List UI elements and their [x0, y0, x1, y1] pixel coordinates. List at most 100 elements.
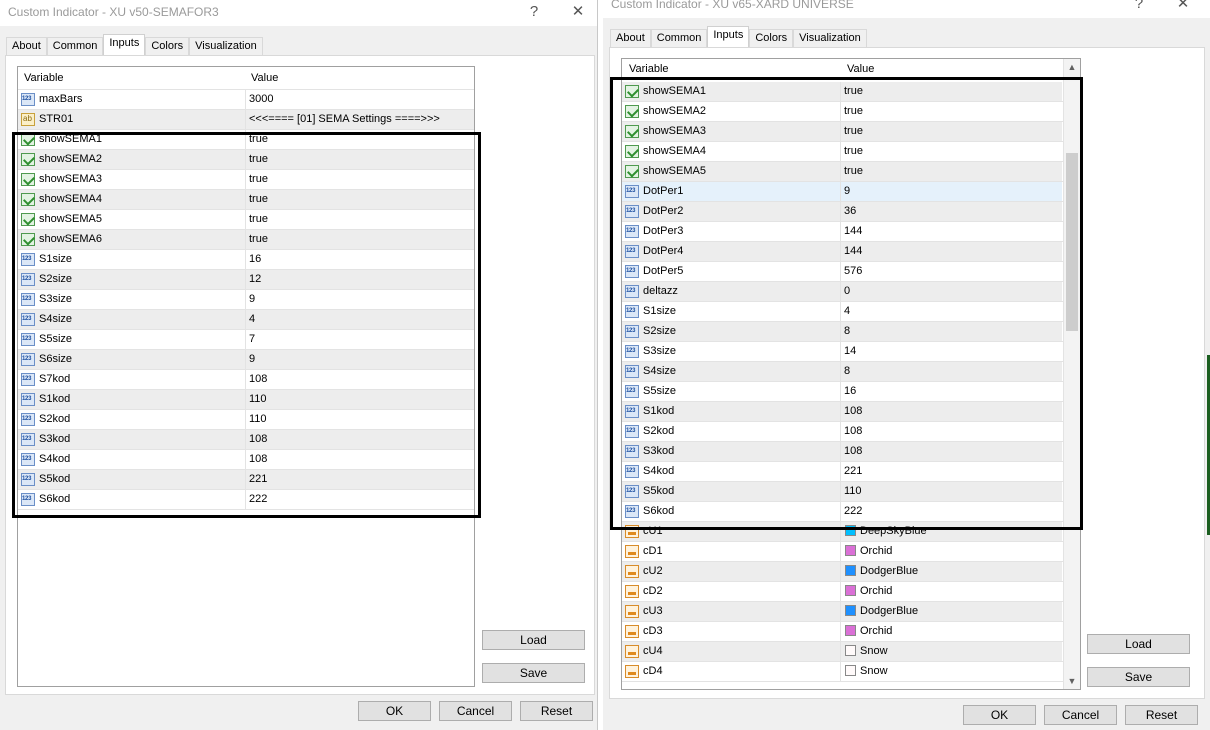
- tab-about[interactable]: About: [610, 29, 651, 47]
- value-cell[interactable]: 576: [840, 262, 1063, 282]
- value-cell[interactable]: DeepSkyBlue: [840, 522, 1063, 542]
- value-cell[interactable]: Orchid: [840, 622, 1063, 642]
- input-row-showsema1[interactable]: showSEMA1 true: [622, 82, 1063, 102]
- input-row-cu4[interactable]: cU4 Snow: [622, 642, 1063, 662]
- close-icon[interactable]: ✕: [567, 3, 589, 21]
- tab-common[interactable]: Common: [650, 29, 708, 47]
- value-cell[interactable]: 110: [245, 390, 474, 410]
- input-row-s2size[interactable]: S2size 8: [622, 322, 1063, 342]
- variable-cell[interactable]: showSEMA6: [18, 230, 245, 250]
- variable-cell[interactable]: DotPer1: [622, 182, 840, 202]
- variable-cell[interactable]: cU1: [622, 522, 840, 542]
- input-row-cu2[interactable]: cU2 DodgerBlue: [622, 562, 1063, 582]
- tab-about[interactable]: About: [6, 37, 47, 55]
- load-button[interactable]: Load: [1087, 634, 1190, 654]
- variable-cell[interactable]: S4size: [622, 362, 840, 382]
- variable-cell[interactable]: S5size: [622, 382, 840, 402]
- reset-button[interactable]: Reset: [1125, 705, 1198, 725]
- variable-cell[interactable]: S3size: [622, 342, 840, 362]
- value-cell[interactable]: 222: [245, 490, 474, 510]
- value-cell[interactable]: Orchid: [840, 582, 1063, 602]
- variable-cell[interactable]: showSEMA2: [622, 102, 840, 122]
- value-cell[interactable]: true: [840, 102, 1063, 122]
- variable-cell[interactable]: showSEMA2: [18, 150, 245, 170]
- scroll-down-icon[interactable]: ▼: [1064, 673, 1080, 689]
- column-header-variable[interactable]: Variable: [24, 72, 64, 84]
- value-cell[interactable]: 108: [245, 430, 474, 450]
- vertical-scrollbar[interactable]: ▲ ▼: [1063, 59, 1080, 689]
- variable-cell[interactable]: S5kod: [622, 482, 840, 502]
- input-row-s1size[interactable]: S1size 16: [18, 250, 474, 270]
- save-button[interactable]: Save: [482, 663, 585, 683]
- input-row-dotper3[interactable]: DotPer3 144: [622, 222, 1063, 242]
- value-cell[interactable]: 14: [840, 342, 1063, 362]
- input-row-s4kod[interactable]: S4kod 221: [622, 462, 1063, 482]
- value-cell[interactable]: 144: [840, 222, 1063, 242]
- input-row-showsema5[interactable]: showSEMA5 true: [18, 210, 474, 230]
- input-row-showsema1[interactable]: showSEMA1 true: [18, 130, 474, 150]
- value-cell[interactable]: true: [840, 122, 1063, 142]
- input-row-s2size[interactable]: S2size 12: [18, 270, 474, 290]
- variable-cell[interactable]: deltazz: [622, 282, 840, 302]
- variable-cell[interactable]: DotPer4: [622, 242, 840, 262]
- value-cell[interactable]: 8: [840, 322, 1063, 342]
- value-cell[interactable]: 108: [245, 370, 474, 390]
- input-row-showsema4[interactable]: showSEMA4 true: [622, 142, 1063, 162]
- input-row-cd2[interactable]: cD2 Orchid: [622, 582, 1063, 602]
- variable-cell[interactable]: showSEMA4: [622, 142, 840, 162]
- value-cell[interactable]: true: [245, 150, 474, 170]
- value-cell[interactable]: 221: [840, 462, 1063, 482]
- input-row-showsema3[interactable]: showSEMA3 true: [18, 170, 474, 190]
- variable-cell[interactable]: S4kod: [18, 450, 245, 470]
- variable-cell[interactable]: cU4: [622, 642, 840, 662]
- value-cell[interactable]: Snow: [840, 642, 1063, 662]
- value-cell[interactable]: 16: [245, 250, 474, 270]
- tab-colors[interactable]: Colors: [145, 37, 190, 55]
- ok-button[interactable]: OK: [358, 701, 431, 721]
- variable-cell[interactable]: S5kod: [18, 470, 245, 490]
- variable-cell[interactable]: cU2: [622, 562, 840, 582]
- cancel-button[interactable]: Cancel: [439, 701, 512, 721]
- inputs-grid[interactable]: Variable Value maxBars 3000 STR01 <<<==== […: [17, 66, 475, 687]
- value-cell[interactable]: 4: [840, 302, 1063, 322]
- cancel-button[interactable]: Cancel: [1044, 705, 1117, 725]
- tab-inputs[interactable]: Inputs: [707, 26, 750, 47]
- input-row-maxbars[interactable]: maxBars 3000: [18, 90, 474, 110]
- input-row-s6kod[interactable]: S6kod 222: [18, 490, 474, 510]
- input-row-cu3[interactable]: cU3 DodgerBlue: [622, 602, 1063, 622]
- input-row-s4size[interactable]: S4size 4: [18, 310, 474, 330]
- variable-cell[interactable]: S3kod: [18, 430, 245, 450]
- variable-cell[interactable]: cD1: [622, 542, 840, 562]
- input-row-s1kod[interactable]: S1kod 110: [18, 390, 474, 410]
- variable-cell[interactable]: maxBars: [18, 90, 245, 110]
- value-cell[interactable]: true: [245, 170, 474, 190]
- value-cell[interactable]: <<<==== [01] SEMA Settings ====>>>: [245, 110, 474, 130]
- column-header-value[interactable]: Value: [251, 72, 278, 84]
- variable-cell[interactable]: S6size: [18, 350, 245, 370]
- variable-cell[interactable]: STR01: [18, 110, 245, 130]
- input-row-cd4[interactable]: cD4 Snow: [622, 662, 1063, 682]
- input-row-s4kod[interactable]: S4kod 108: [18, 450, 474, 470]
- variable-cell[interactable]: cD3: [622, 622, 840, 642]
- value-cell[interactable]: 16: [840, 382, 1063, 402]
- input-row-s5kod[interactable]: S5kod 221: [18, 470, 474, 490]
- input-row-s3size[interactable]: S3size 14: [622, 342, 1063, 362]
- variable-cell[interactable]: S4kod: [622, 462, 840, 482]
- variable-cell[interactable]: S1size: [18, 250, 245, 270]
- input-row-s4size[interactable]: S4size 8: [622, 362, 1063, 382]
- variable-cell[interactable]: S1size: [622, 302, 840, 322]
- value-cell[interactable]: true: [245, 190, 474, 210]
- input-row-s5size[interactable]: S5size 7: [18, 330, 474, 350]
- tab-inputs[interactable]: Inputs: [103, 34, 146, 55]
- input-row-s2kod[interactable]: S2kod 110: [18, 410, 474, 430]
- variable-cell[interactable]: S5size: [18, 330, 245, 350]
- value-cell[interactable]: 108: [840, 422, 1063, 442]
- tab-visualization[interactable]: Visualization: [189, 37, 263, 55]
- input-row-cd3[interactable]: cD3 Orchid: [622, 622, 1063, 642]
- input-row-s1kod[interactable]: S1kod 108: [622, 402, 1063, 422]
- tab-colors[interactable]: Colors: [749, 29, 794, 47]
- input-row-s6kod[interactable]: S6kod 222: [622, 502, 1063, 522]
- input-row-s3size[interactable]: S3size 9: [18, 290, 474, 310]
- input-row-deltazz[interactable]: deltazz 0: [622, 282, 1063, 302]
- value-cell[interactable]: Snow: [840, 662, 1063, 682]
